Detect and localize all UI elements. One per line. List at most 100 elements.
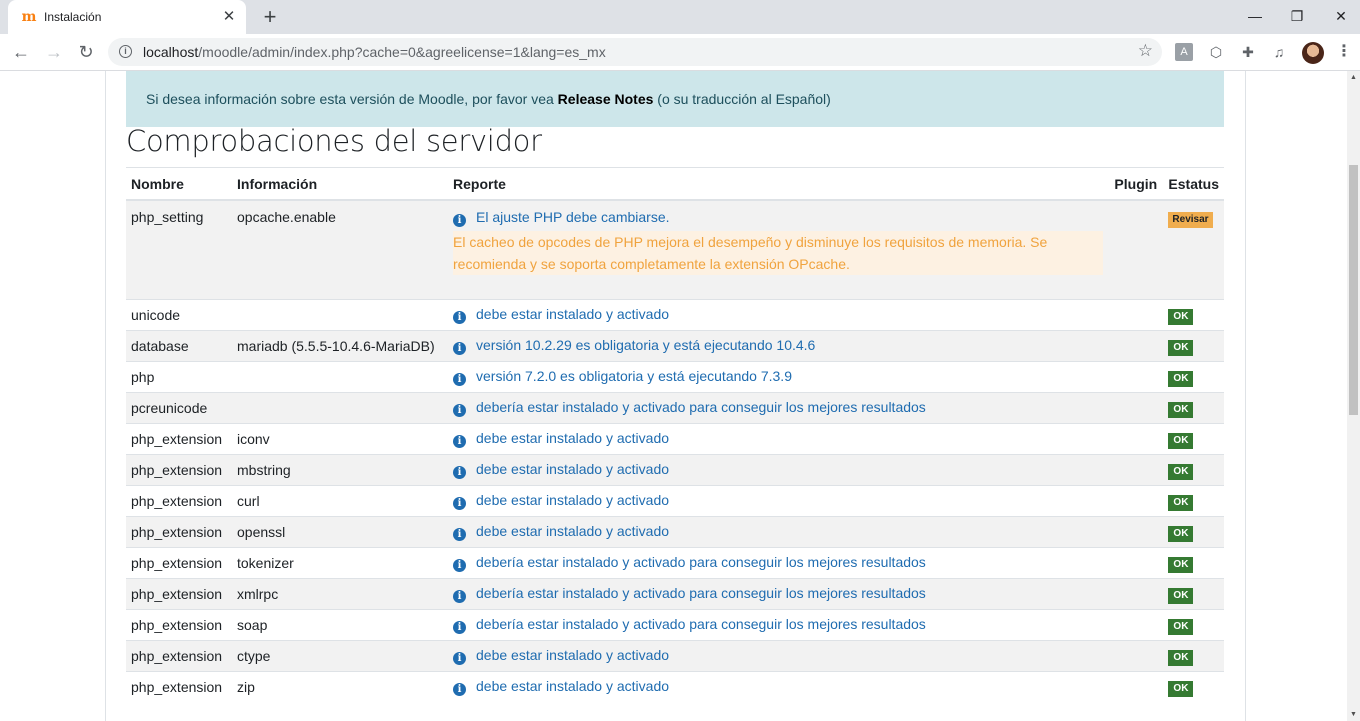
- table-row: php_extension openssl i debe estar instalad…: [126, 516, 1224, 548]
- pdf-extension-icon[interactable]: A: [1175, 43, 1193, 61]
- cell-reporte: i debería estar instalado y activado para…: [448, 578, 1110, 610]
- cell-nombre: php_extension: [126, 578, 232, 610]
- report-link[interactable]: debe estar instalado y activado: [476, 678, 669, 694]
- cell-reporte: i El ajuste PHP debe cambiarse. El cacheo…: [448, 199, 1110, 300]
- cell-informacion: [232, 361, 448, 393]
- cell-nombre: php_extension: [126, 609, 232, 641]
- media-control-icon[interactable]: ♫: [1270, 43, 1288, 61]
- cell-estatus: OK: [1163, 392, 1224, 424]
- table-row: unicode i debe estar instalado y activado O…: [126, 299, 1224, 331]
- page-viewport: Si desea información sobre esta versión …: [0, 71, 1347, 721]
- report-link[interactable]: versión 10.2.29 es obligatoria y está ej…: [476, 337, 815, 353]
- info-icon[interactable]: i: [453, 528, 466, 541]
- extensions-puzzle-icon[interactable]: ✚: [1239, 43, 1257, 61]
- cell-plugin: [1109, 299, 1164, 331]
- cell-informacion: mbstring: [232, 454, 448, 486]
- header-informacion: Información: [232, 167, 448, 201]
- scroll-down-arrow-icon[interactable]: ▼: [1347, 708, 1360, 721]
- alert-text: Si desea información sobre esta versión …: [146, 91, 558, 107]
- status-badge: OK: [1168, 339, 1194, 356]
- browser-menu-icon[interactable]: ⋮: [1335, 43, 1353, 61]
- info-icon[interactable]: i: [453, 497, 466, 510]
- report-link[interactable]: debería estar instalado y activado para …: [476, 554, 926, 570]
- status-badge: OK: [1168, 680, 1194, 697]
- shield-extension-icon[interactable]: ⬡: [1207, 43, 1225, 61]
- cell-estatus: Revisar: [1163, 199, 1224, 300]
- info-icon[interactable]: i: [453, 683, 466, 696]
- report-link[interactable]: debe estar instalado y activado: [476, 430, 669, 446]
- browser-tab[interactable]: m Instalación ✕: [8, 0, 246, 34]
- page-scrollbar[interactable]: ▲ ▼: [1347, 71, 1360, 721]
- minimize-window-icon[interactable]: —: [1232, 2, 1278, 30]
- release-notes-link[interactable]: Release Notes: [558, 91, 654, 107]
- cell-informacion: mariadb (5.5.5-10.4.6-MariaDB): [232, 330, 448, 362]
- reload-icon[interactable]: ↻: [73, 39, 99, 65]
- cell-reporte: i versión 10.2.29 es obligatoria y está e…: [448, 330, 1110, 362]
- cell-informacion: [232, 392, 448, 424]
- info-icon[interactable]: i: [453, 559, 466, 572]
- report-link[interactable]: debe estar instalado y activado: [476, 523, 669, 539]
- info-icon[interactable]: i: [453, 373, 466, 386]
- new-tab-button[interactable]: +: [258, 5, 282, 29]
- cell-informacion: opcache.enable: [232, 199, 448, 300]
- cell-nombre: database: [126, 330, 232, 362]
- status-badge: OK: [1168, 649, 1194, 666]
- cell-plugin: [1109, 361, 1164, 393]
- cell-reporte: i debe estar instalado y activado: [448, 454, 1110, 486]
- cell-nombre: php_extension: [126, 423, 232, 455]
- info-icon[interactable]: i: [453, 652, 466, 665]
- close-tab-icon[interactable]: ✕: [220, 8, 238, 26]
- info-icon[interactable]: i: [453, 435, 466, 448]
- cell-plugin: [1109, 578, 1164, 610]
- cell-nombre: php_extension: [126, 640, 232, 672]
- info-icon[interactable]: i: [453, 214, 466, 227]
- maximize-window-icon[interactable]: ❐: [1274, 2, 1320, 30]
- table-row: php_extension xmlrpc i debería estar instal…: [126, 578, 1224, 610]
- status-badge: OK: [1168, 556, 1194, 573]
- header-estatus: Estatus: [1163, 167, 1224, 201]
- back-arrow-icon[interactable]: ←: [8, 39, 34, 65]
- release-notes-alert: Si desea información sobre esta versión …: [126, 71, 1224, 127]
- info-icon[interactable]: i: [453, 311, 466, 324]
- cell-nombre: php_extension: [126, 485, 232, 517]
- scrollbar-thumb[interactable]: [1349, 165, 1358, 415]
- cell-nombre: pcreunicode: [126, 392, 232, 424]
- info-icon[interactable]: i: [453, 590, 466, 603]
- cell-nombre: unicode: [126, 299, 232, 331]
- cell-nombre: php_extension: [126, 516, 232, 548]
- cell-estatus: OK: [1163, 671, 1224, 702]
- cell-estatus: OK: [1163, 578, 1224, 610]
- profile-avatar[interactable]: [1302, 42, 1324, 64]
- info-icon[interactable]: i: [453, 621, 466, 634]
- page-title: Comprobaciones del servidor: [126, 124, 542, 158]
- info-icon[interactable]: i: [453, 342, 466, 355]
- url-text[interactable]: localhost/moodle/admin/index.php?cache=0…: [143, 44, 606, 60]
- close-window-icon[interactable]: ✕: [1318, 2, 1360, 30]
- forward-arrow-icon[interactable]: →: [41, 39, 67, 65]
- cell-nombre: php_setting: [126, 199, 232, 300]
- report-link[interactable]: debería estar instalado y activado para …: [476, 399, 926, 415]
- address-bar[interactable]: i localhost/moodle/admin/index.php?cache…: [108, 38, 1162, 66]
- cell-estatus: OK: [1163, 299, 1224, 331]
- cell-plugin: [1109, 547, 1164, 579]
- scroll-up-arrow-icon[interactable]: ▲: [1347, 71, 1360, 84]
- report-link[interactable]: debe estar instalado y activado: [476, 461, 669, 477]
- report-link[interactable]: debería estar instalado y activado para …: [476, 616, 926, 632]
- status-badge: OK: [1168, 494, 1194, 511]
- bookmark-star-icon[interactable]: ☆: [1138, 41, 1153, 61]
- moodle-favicon-icon: m: [21, 9, 37, 25]
- report-link[interactable]: debe estar instalado y activado: [476, 647, 669, 663]
- table-row: php_extension curl i debe estar instalado y…: [126, 485, 1224, 517]
- info-icon[interactable]: i: [453, 466, 466, 479]
- site-info-icon[interactable]: i: [119, 45, 132, 58]
- report-link[interactable]: versión 7.2.0 es obligatoria y está ejec…: [476, 368, 792, 384]
- cell-informacion: soap: [232, 609, 448, 641]
- cell-plugin: [1109, 199, 1164, 300]
- report-link[interactable]: debe estar instalado y activado: [476, 306, 669, 322]
- page-container: Si desea información sobre esta versión …: [105, 71, 1246, 721]
- report-link[interactable]: debería estar instalado y activado para …: [476, 585, 926, 601]
- table-row: php_extension iconv i debe estar instalado …: [126, 423, 1224, 455]
- report-link[interactable]: El ajuste PHP debe cambiarse.: [476, 209, 670, 225]
- report-link[interactable]: debe estar instalado y activado: [476, 492, 669, 508]
- info-icon[interactable]: i: [453, 404, 466, 417]
